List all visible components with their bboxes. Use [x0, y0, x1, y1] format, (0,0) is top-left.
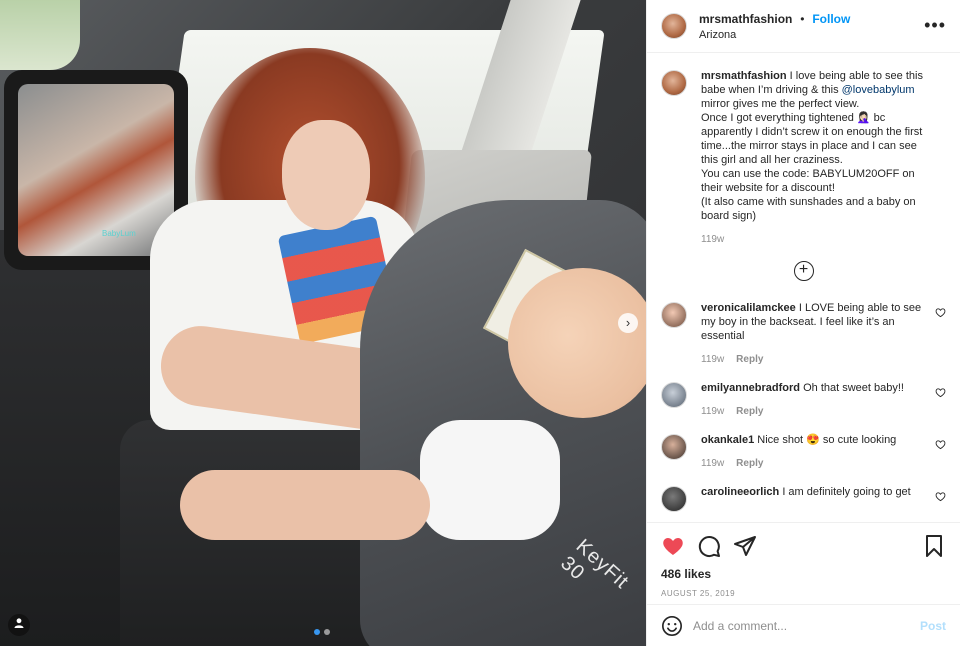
caption-avatar[interactable]	[661, 70, 687, 96]
smiley-icon[interactable]	[661, 615, 683, 637]
caption-username[interactable]: mrsmathfashion	[701, 70, 787, 82]
share-paper-plane-icon[interactable]	[733, 534, 757, 558]
reply-button[interactable]: Reply	[736, 458, 763, 469]
comment-time[interactable]: 119w	[701, 458, 724, 469]
plus-circle-icon[interactable]: +	[793, 261, 814, 281]
commenter-username[interactable]: emilyannebradford	[701, 382, 800, 394]
comment-item: carolineeorlich I am definitely going to…	[661, 485, 946, 512]
post-photo[interactable]: BabyLum KeyFit 30 ›	[0, 0, 646, 646]
author-info: mrsmathfashion • Follow Arizona	[699, 10, 850, 43]
comment-item: okankale1 Nice shot 😍 so cute looking 11…	[661, 433, 946, 471]
caption-time[interactable]: 119w	[701, 234, 724, 245]
comment-item: veronicalilamckee I LOVE being able to s…	[661, 301, 946, 367]
author-avatar[interactable]	[661, 13, 687, 39]
comment-time[interactable]: 119w	[701, 354, 724, 365]
like-comment-heart-icon[interactable]	[935, 491, 946, 502]
caption-body: mrsmathfashion I love being able to see …	[701, 69, 946, 247]
mirror-glass	[18, 84, 174, 256]
author-username[interactable]: mrsmathfashion	[699, 12, 792, 26]
action-bar	[661, 531, 946, 561]
baby-legs	[180, 470, 430, 540]
commenter-username[interactable]: carolineeorlich	[701, 486, 779, 498]
like-comment-heart-icon[interactable]	[935, 307, 946, 318]
more-options-icon[interactable]: •••	[924, 16, 946, 34]
comment-text: Nice shot 😍 so cute looking	[754, 434, 897, 446]
commenter-avatar[interactable]	[661, 434, 687, 460]
carousel-dot[interactable]	[314, 629, 320, 635]
reply-button[interactable]: Reply	[736, 354, 763, 365]
commenter-username[interactable]: veronicalilamckee	[701, 302, 796, 314]
like-comment-heart-icon[interactable]	[935, 439, 946, 450]
commenter-avatar[interactable]	[661, 302, 687, 328]
post-location[interactable]: Arizona	[699, 27, 850, 43]
comments-list[interactable]: mrsmathfashion I love being able to see …	[647, 53, 960, 522]
caption-mention[interactable]: @lovebabylum	[842, 84, 915, 96]
post-date[interactable]: AUGUST 25, 2019	[661, 589, 946, 598]
likes-count[interactable]: 486 likes	[661, 567, 946, 581]
person-tag-icon[interactable]	[8, 614, 30, 636]
commenter-username[interactable]: okankale1	[701, 434, 754, 446]
like-comment-heart-icon[interactable]	[935, 387, 946, 398]
mirror-brand: BabyLum	[102, 229, 136, 238]
bookmark-icon[interactable]	[922, 534, 946, 558]
like-heart-icon[interactable]	[661, 534, 685, 558]
chevron-right-icon[interactable]: ›	[618, 313, 638, 333]
baby-head	[508, 268, 646, 418]
baby-body	[420, 420, 560, 540]
load-more-comments: +	[661, 261, 946, 281]
post-actions: 486 likes AUGUST 25, 2019	[647, 522, 960, 604]
comment-time[interactable]: 119w	[701, 406, 724, 417]
caption-text-continued: mirror gives me the perfect view. Once I…	[701, 98, 923, 222]
instagram-post: BabyLum KeyFit 30 › mrsmathfashion • Fol…	[0, 0, 960, 646]
comment-bubble-icon[interactable]	[697, 534, 721, 558]
comment-text: Oh that sweet baby!!	[800, 382, 904, 394]
post-comment-button[interactable]: Post	[920, 619, 946, 633]
add-comment-bar: Post	[647, 604, 960, 646]
caption: mrsmathfashion I love being able to see …	[661, 69, 946, 247]
comment-input[interactable]	[693, 618, 920, 633]
commenter-avatar[interactable]	[661, 382, 687, 408]
post-side-panel: mrsmathfashion • Follow Arizona ••• mrsm…	[646, 0, 960, 646]
carousel-dots	[314, 629, 330, 635]
reply-button[interactable]: Reply	[736, 406, 763, 417]
follow-button[interactable]: Follow	[812, 12, 850, 26]
comment-text: I am definitely going to get	[779, 486, 911, 498]
person-icon	[14, 618, 24, 628]
comment-item: emilyannebradford Oh that sweet baby!! 1…	[661, 381, 946, 419]
post-header: mrsmathfashion • Follow Arizona •••	[647, 0, 960, 53]
woman-face	[282, 120, 370, 230]
car-side-window	[0, 0, 80, 70]
commenter-avatar[interactable]	[661, 486, 687, 512]
carousel-dot[interactable]	[324, 629, 330, 635]
header-separator: •	[800, 11, 805, 26]
